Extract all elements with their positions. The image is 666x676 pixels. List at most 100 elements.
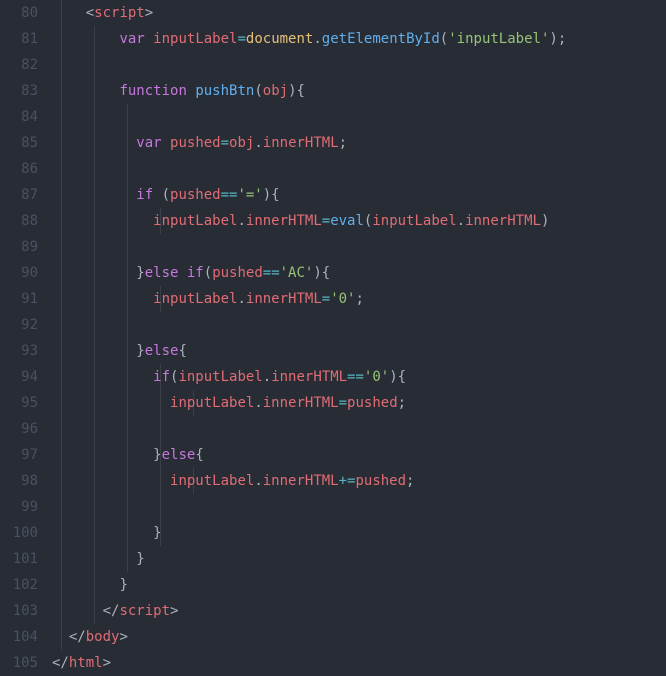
code-token: } bbox=[136, 265, 144, 281]
code-line[interactable] bbox=[52, 104, 666, 130]
code-line-text: inputLabel.innerHTML=eval(inputLabel.inn… bbox=[52, 213, 549, 229]
code-line[interactable] bbox=[52, 156, 666, 182]
indent-guide bbox=[160, 494, 161, 520]
code-line-text: } bbox=[52, 551, 145, 567]
code-line[interactable]: } bbox=[52, 572, 666, 598]
code-editor[interactable]: 8081828384858687888990919293949596979899… bbox=[0, 0, 666, 676]
code-token: ( bbox=[440, 31, 448, 47]
code-line[interactable]: var pushed=obj.innerHTML; bbox=[52, 130, 666, 156]
code-token bbox=[52, 473, 170, 489]
line-number: 100 bbox=[0, 520, 38, 546]
line-number: 97 bbox=[0, 442, 38, 468]
code-token bbox=[52, 629, 69, 645]
code-token: inputLabel bbox=[153, 213, 237, 229]
code-token: > bbox=[170, 603, 178, 619]
code-token bbox=[52, 343, 136, 359]
line-number: 101 bbox=[0, 546, 38, 572]
code-token bbox=[145, 31, 153, 47]
indent-guide bbox=[127, 104, 128, 130]
code-token: == bbox=[221, 187, 238, 203]
code-line[interactable]: function pushBtn(obj){ bbox=[52, 78, 666, 104]
code-line[interactable]: var inputLabel=document.getElementById('… bbox=[52, 26, 666, 52]
code-line[interactable] bbox=[52, 312, 666, 338]
code-token: html bbox=[69, 655, 103, 671]
code-line[interactable] bbox=[52, 416, 666, 442]
line-number: 80 bbox=[0, 0, 38, 26]
code-token: obj bbox=[263, 83, 288, 99]
code-token bbox=[52, 291, 153, 307]
code-token bbox=[52, 213, 153, 229]
code-token: body bbox=[86, 629, 120, 645]
code-line[interactable]: if(inputLabel.innerHTML=='0'){ bbox=[52, 364, 666, 390]
code-line-text: var inputLabel=document.getElementById('… bbox=[52, 31, 566, 47]
code-line[interactable]: inputLabel.innerHTML='0'; bbox=[52, 286, 666, 312]
code-line-text: if(inputLabel.innerHTML=='0'){ bbox=[52, 369, 406, 385]
code-token bbox=[52, 551, 136, 567]
line-number: 81 bbox=[0, 26, 38, 52]
code-token: } bbox=[119, 577, 127, 593]
code-line[interactable]: </html> bbox=[52, 650, 666, 676]
line-number: 82 bbox=[0, 52, 38, 78]
code-token: pushBtn bbox=[195, 83, 254, 99]
line-number: 94 bbox=[0, 364, 38, 390]
code-token: } bbox=[136, 551, 144, 567]
indent-guide bbox=[94, 416, 95, 442]
line-number: 103 bbox=[0, 598, 38, 624]
code-line[interactable]: }else if(pushed=='AC'){ bbox=[52, 260, 666, 286]
code-line-text: }else if(pushed=='AC'){ bbox=[52, 265, 330, 281]
code-token: innerHTML bbox=[263, 473, 339, 489]
code-line[interactable]: </body> bbox=[52, 624, 666, 650]
code-line[interactable]: <script> bbox=[52, 0, 666, 26]
code-token: . bbox=[237, 213, 245, 229]
line-number: 92 bbox=[0, 312, 38, 338]
code-line[interactable]: } bbox=[52, 546, 666, 572]
indent-guide bbox=[127, 312, 128, 338]
code-line-text: </html> bbox=[52, 655, 111, 671]
code-line[interactable]: </script> bbox=[52, 598, 666, 624]
code-token: eval bbox=[330, 213, 364, 229]
code-line[interactable]: } bbox=[52, 520, 666, 546]
code-token bbox=[52, 525, 153, 541]
code-line[interactable]: inputLabel.innerHTML=eval(inputLabel.inn… bbox=[52, 208, 666, 234]
code-token bbox=[52, 577, 119, 593]
code-token: < bbox=[86, 5, 94, 21]
code-line-text: inputLabel.innerHTML=pushed; bbox=[52, 395, 406, 411]
indent-guide bbox=[127, 156, 128, 182]
indent-guide bbox=[94, 104, 95, 130]
code-token: ; bbox=[406, 473, 414, 489]
code-token: = bbox=[339, 395, 347, 411]
code-token: else bbox=[162, 447, 196, 463]
code-token bbox=[52, 5, 86, 21]
code-line-text: } bbox=[52, 577, 128, 593]
indent-guide bbox=[127, 494, 128, 520]
code-line[interactable] bbox=[52, 52, 666, 78]
code-token: innerHTML bbox=[246, 291, 322, 307]
code-line[interactable] bbox=[52, 494, 666, 520]
code-line[interactable] bbox=[52, 234, 666, 260]
code-line-text: }else{ bbox=[52, 447, 204, 463]
code-token: ; bbox=[398, 395, 406, 411]
line-number: 104 bbox=[0, 624, 38, 650]
code-token: 'inputLabel' bbox=[448, 31, 549, 47]
code-token bbox=[52, 447, 153, 463]
indent-guide bbox=[127, 234, 128, 260]
code-line[interactable]: }else{ bbox=[52, 338, 666, 364]
code-line[interactable]: if (pushed=='='){ bbox=[52, 182, 666, 208]
code-token: innerHTML bbox=[263, 135, 339, 151]
code-token: . bbox=[457, 213, 465, 229]
code-line[interactable]: inputLabel.innerHTML=pushed; bbox=[52, 390, 666, 416]
indent-guide bbox=[94, 52, 95, 78]
code-token: </ bbox=[69, 629, 86, 645]
code-token: ) bbox=[541, 213, 549, 229]
indent-guide bbox=[61, 52, 62, 78]
code-line[interactable]: inputLabel.innerHTML+=pushed; bbox=[52, 468, 666, 494]
code-token: ; bbox=[558, 31, 566, 47]
line-number: 95 bbox=[0, 390, 38, 416]
code-token: ) bbox=[549, 31, 557, 47]
code-token: = bbox=[237, 31, 245, 47]
code-token: ){ bbox=[288, 83, 305, 99]
code-area[interactable]: <script> var inputLabel=document.getElem… bbox=[52, 0, 666, 676]
code-token: else bbox=[145, 343, 179, 359]
code-token: . bbox=[237, 291, 245, 307]
code-line[interactable]: }else{ bbox=[52, 442, 666, 468]
